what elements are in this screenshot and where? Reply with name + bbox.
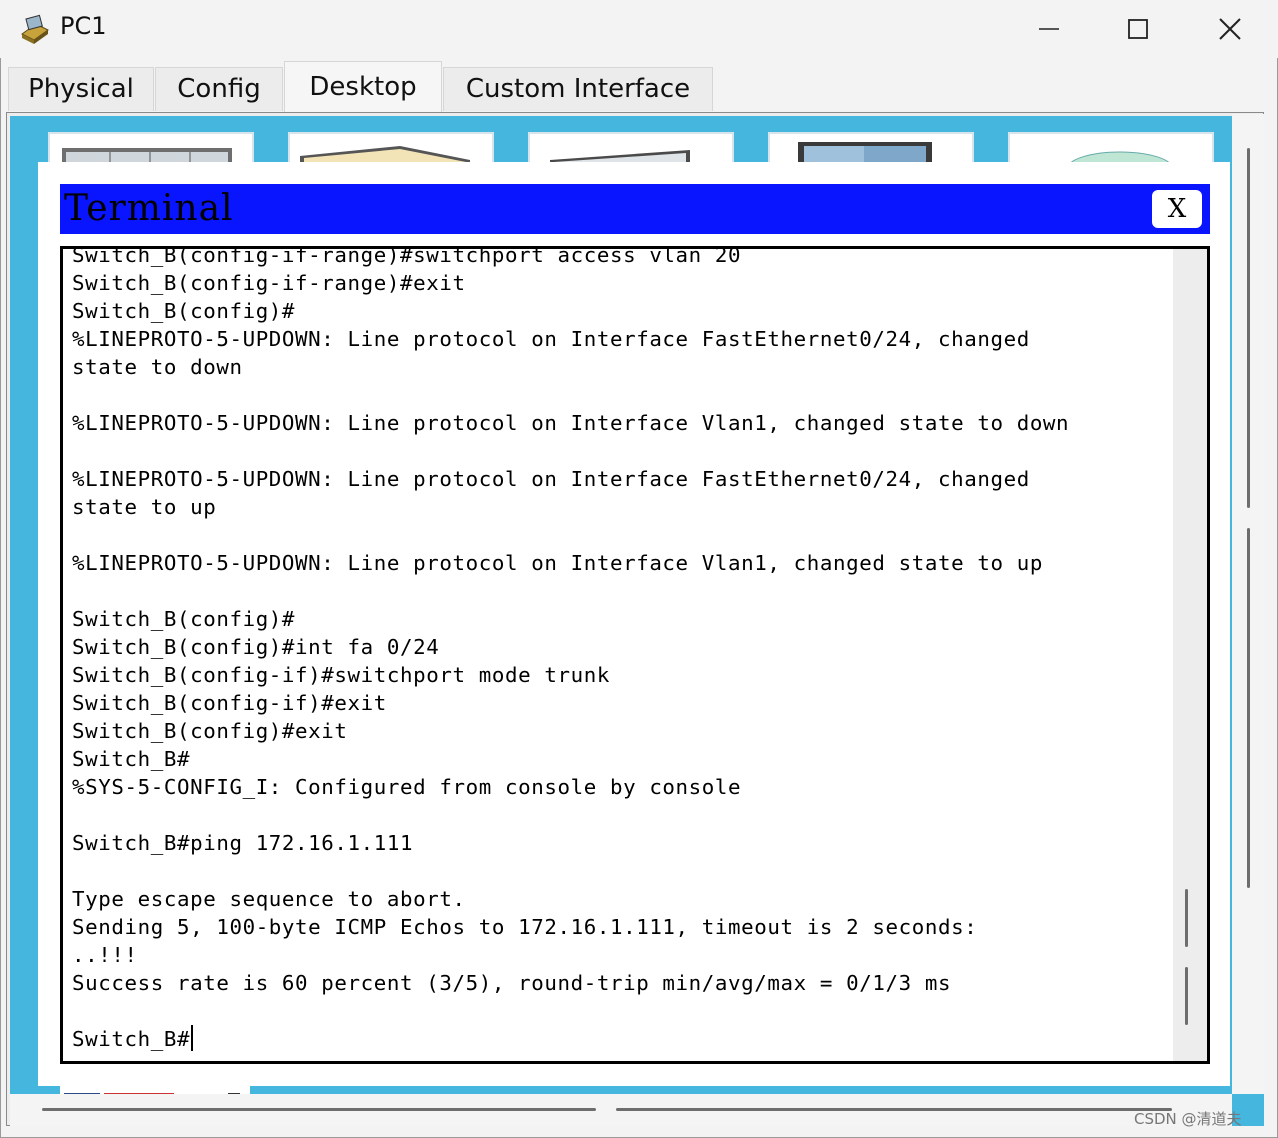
terminal-console[interactable]: Switch_B(config-if-range)#switchport acc…	[60, 246, 1210, 1064]
text-cursor	[191, 1025, 194, 1051]
minimize-icon	[1039, 28, 1059, 30]
terminal-line: Success rate is 60 percent (3/5), round-…	[72, 971, 952, 995]
packet-tracer-pc-icon	[21, 14, 49, 44]
desktop-app-icon[interactable]	[768, 132, 974, 164]
terminal-line: Switch_B(config-if)#switchport mode trun…	[72, 663, 610, 687]
terminal-line: %LINEPROTO-5-UPDOWN: Line protocol on In…	[72, 411, 1070, 435]
terminal-line: Sending 5, 100-byte ICMP Echos to 172.16…	[72, 915, 978, 939]
terminal-line: %LINEPROTO-5-UPDOWN: Line protocol on In…	[72, 467, 1030, 491]
terminal-line: Type escape sequence to abort.	[72, 887, 466, 911]
terminal-output: Switch_B(config-if-range)#switchport acc…	[72, 246, 1070, 1053]
tab-physical[interactable]: Physical	[8, 67, 154, 111]
terminal-line: ..!!!	[72, 943, 138, 967]
minimize-button[interactable]	[1024, 8, 1074, 50]
scrollbar-track-line	[1185, 889, 1188, 947]
terminal-line: %LINEPROTO-5-UPDOWN: Line protocol on In…	[72, 327, 1030, 351]
desktop-app-icon[interactable]	[1008, 132, 1214, 164]
terminal-close-button[interactable]: X	[1152, 190, 1202, 228]
app-thumbnail-icon	[62, 148, 232, 162]
tab-label: Desktop	[309, 71, 417, 102]
watermark-text: CSDN @清道夫	[1134, 1110, 1242, 1128]
terminal-line: Switch_B(config-if)#exit	[72, 691, 387, 715]
terminal-line: Switch_B(config)#int fa 0/24	[72, 635, 440, 659]
terminal-lines: Switch_B(config-if-range)#switchport acc…	[72, 246, 1070, 995]
terminal-line: state to up	[72, 495, 217, 519]
tab-label: Custom Interface	[465, 73, 691, 104]
tab-desktop[interactable]: Desktop	[284, 61, 442, 113]
desktop-app-icon[interactable]	[528, 132, 734, 164]
desktop-app-icon[interactable]	[48, 132, 254, 164]
terminal-prompt: Switch_B#	[72, 1027, 191, 1051]
terminal-header: Terminal X	[60, 184, 1210, 234]
app-thumbnail-icon	[550, 150, 690, 162]
tab-label: Config	[177, 73, 261, 104]
tab-strip: Physical Config Desktop Custom Interface	[0, 58, 1278, 113]
desktop-app-icon[interactable]	[60, 1086, 250, 1099]
maximize-button[interactable]	[1113, 8, 1163, 50]
terminal-title: Terminal	[64, 188, 234, 229]
terminal-line: %LINEPROTO-5-UPDOWN: Line protocol on In…	[72, 551, 1043, 575]
app-thumbnail-icon	[300, 146, 470, 162]
scrollbar-thumb[interactable]	[1247, 528, 1250, 888]
desktop-horizontal-scrollbar[interactable]	[10, 1094, 1232, 1126]
terminal-line: Switch_B(config-if-range)#switchport acc…	[72, 246, 742, 267]
window-title: PC1	[60, 12, 107, 40]
close-window-button[interactable]	[1205, 8, 1255, 50]
terminal-line: %SYS-5-CONFIG_I: Configured from console…	[72, 775, 742, 799]
scrollbar-track-line	[42, 1108, 596, 1111]
title-bar: PC1	[0, 0, 1278, 58]
close-icon	[1219, 18, 1241, 40]
terminal-line: Switch_B(config-if-range)#exit	[72, 271, 466, 295]
scrollbar-track-line	[1247, 148, 1250, 508]
scrollbar-thumb[interactable]	[1185, 967, 1188, 1025]
tab-custom-interface[interactable]: Custom Interface	[443, 67, 713, 111]
tab-config[interactable]: Config	[155, 67, 283, 111]
terminal-line: state to down	[72, 355, 243, 379]
terminal-line: Switch_B(config)#exit	[72, 719, 348, 743]
desktop-app-icon[interactable]	[288, 132, 494, 164]
desktop-vertical-scrollbar[interactable]	[1232, 114, 1264, 1094]
terminal-line: Switch_B#	[72, 747, 191, 771]
terminal-scrollbar[interactable]	[1173, 249, 1207, 1061]
terminal-line: Switch_B(config)#	[72, 607, 296, 631]
app-thumbnail-icon	[798, 142, 932, 162]
scrollbar-thumb[interactable]	[616, 1108, 1172, 1111]
maximize-icon	[1128, 19, 1148, 39]
app-thumbnail-icon	[1070, 151, 1170, 162]
terminal-line: Switch_B#ping 172.16.1.111	[72, 831, 414, 855]
terminal-line: Switch_B(config)#	[72, 299, 296, 323]
tab-label: Physical	[28, 73, 134, 104]
